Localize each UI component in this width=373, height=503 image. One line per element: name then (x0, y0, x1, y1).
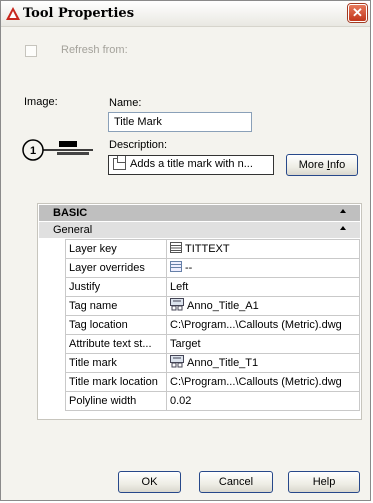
property-row[interactable]: Tag name Anno_Title_A1 (65, 296, 360, 316)
property-name: Polyline width (65, 391, 167, 411)
close-icon: ✕ (352, 5, 363, 20)
name-field[interactable]: Title Mark (108, 112, 252, 132)
property-value[interactable]: C:\Program...\Callouts (Metric).dwg (166, 372, 360, 392)
autocad-app-icon (6, 7, 20, 20)
property-value[interactable]: TITTEXT (166, 239, 360, 259)
property-value-text: TITTEXT (185, 242, 230, 255)
property-row[interactable]: Layer key TITTEXT (65, 239, 360, 259)
property-value[interactable]: Anno_Title_A1 (166, 296, 360, 316)
property-value-text: Anno_Title_A1 (187, 299, 259, 312)
property-row[interactable]: Title mark location C:\Program...\Callout… (65, 372, 360, 392)
property-name: Justify (65, 277, 167, 297)
collapse-up-icon[interactable] (340, 209, 346, 213)
property-name: Tag name (65, 296, 167, 316)
description-field[interactable]: Adds a title mark with n... (108, 155, 274, 175)
property-row[interactable]: Polyline width 0.02 (65, 391, 360, 411)
property-value[interactable]: 0.02 (166, 391, 360, 411)
property-value[interactable]: -- (166, 258, 360, 278)
refresh-checkbox[interactable] (25, 45, 37, 57)
title-mark-preview-icon[interactable]: 1 (21, 138, 97, 162)
window-title: Tool Properties (23, 6, 135, 21)
property-row[interactable]: Tag location C:\Program...\Callouts (Metr… (65, 315, 360, 335)
property-row[interactable]: Layer overrides -- (65, 258, 360, 278)
more-info-button[interactable]: More Info (286, 154, 358, 176)
description-value: Adds a title mark with n... (130, 158, 253, 170)
property-value-text: Target (170, 338, 201, 350)
ok-button[interactable]: OK (118, 471, 181, 493)
property-value-text: C:\Program...\Callouts (Metric).dwg (170, 376, 342, 388)
property-name: Title mark (65, 353, 167, 373)
svg-text:1: 1 (30, 145, 36, 157)
property-row[interactable]: Attribute text st... Target (65, 334, 360, 354)
block-icon (170, 355, 184, 371)
close-button[interactable]: ✕ (348, 4, 367, 22)
properties-panel: BASIC General Layer key TITTEXT Layer over… (37, 203, 362, 420)
section-header-basic[interactable]: BASIC (39, 205, 360, 221)
property-value[interactable]: Left (166, 277, 360, 297)
property-name: Title mark location (65, 372, 167, 392)
cancel-button[interactable]: Cancel (199, 471, 273, 493)
property-row[interactable]: Title mark Anno_Title_T1 (65, 353, 360, 373)
property-name: Tag location (65, 315, 167, 335)
property-name: Layer key (65, 239, 167, 259)
description-label: Description: (109, 139, 168, 151)
property-value[interactable]: Target (166, 334, 360, 354)
property-name: Attribute text st... (65, 334, 167, 354)
property-value[interactable]: Anno_Title_T1 (166, 353, 360, 373)
refresh-label: Refresh from: (61, 44, 128, 56)
property-row[interactable]: Justify Left (65, 277, 360, 297)
property-value-text: 0.02 (170, 395, 192, 407)
tool-properties-window: Tool Properties ✕ Refresh from: Image: N… (0, 0, 371, 501)
layer-key-icon (170, 242, 182, 256)
property-value-text: Anno_Title_T1 (187, 356, 259, 369)
property-value[interactable]: C:\Program...\Callouts (Metric).dwg (166, 315, 360, 335)
name-label: Name: (109, 97, 142, 109)
help-button[interactable]: Help (288, 471, 360, 493)
property-value-text: C:\Program...\Callouts (Metric).dwg (170, 319, 342, 331)
property-value-text: Left (170, 281, 189, 293)
property-value-text: -- (185, 261, 193, 274)
property-name: Layer overrides (65, 258, 167, 278)
group-header-general[interactable]: General (39, 222, 360, 238)
collapse-up-icon[interactable] (340, 226, 346, 230)
layer-overrides-icon (170, 261, 182, 275)
edit-description-icon[interactable] (113, 156, 126, 171)
title-bar: Tool Properties ✕ (1, 1, 370, 27)
image-label: Image: (24, 96, 58, 108)
block-icon (170, 298, 184, 314)
property-grid: Layer key TITTEXT Layer overrides -- Justify… (65, 239, 360, 411)
